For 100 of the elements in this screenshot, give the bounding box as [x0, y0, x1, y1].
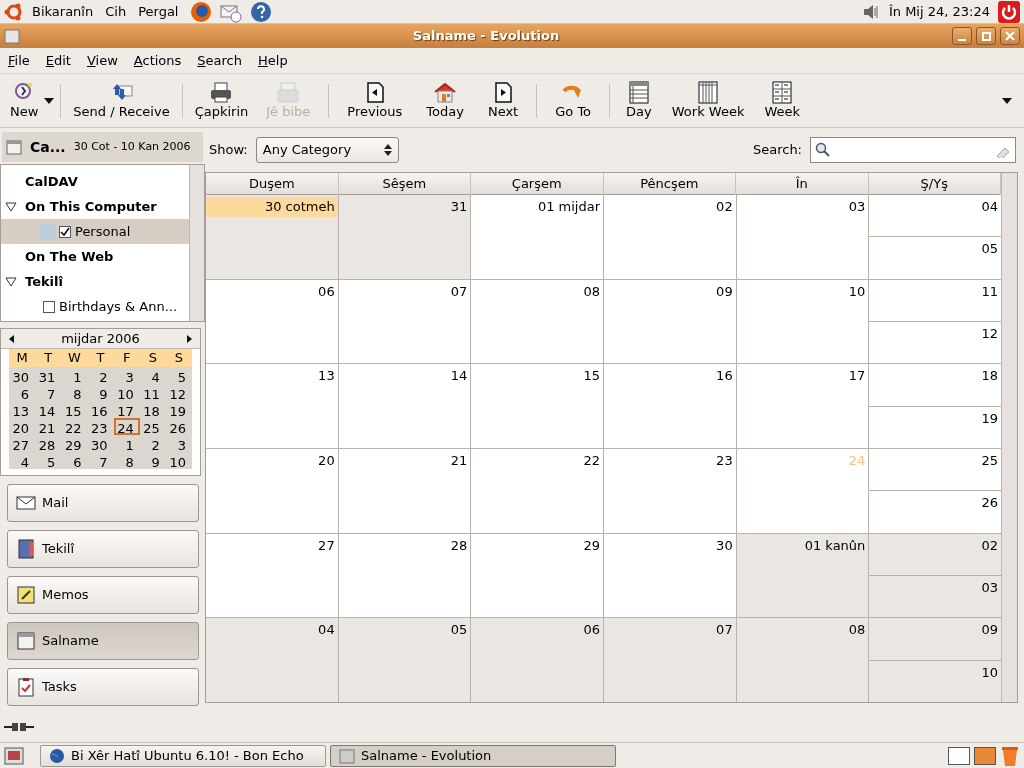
day-cell[interactable]: 9 — [139, 452, 166, 469]
day-cell[interactable]: 24 — [113, 418, 140, 435]
category-dropdown[interactable]: Any Category — [255, 137, 399, 163]
day-cell[interactable]: 30 cotmeh — [206, 195, 338, 279]
day-cell[interactable]: 30 — [9, 367, 36, 384]
day-cell[interactable]: 21 — [338, 449, 471, 533]
day-cell[interactable]: 12 — [165, 384, 192, 401]
search-field[interactable] — [810, 137, 1016, 163]
day-cell[interactable]: 15 — [61, 401, 88, 418]
source-row[interactable]: Personal — [1, 219, 189, 244]
toolbar-button[interactable]: Next — [475, 79, 531, 122]
maximize-button[interactable] — [976, 27, 996, 45]
day-cell[interactable]: 09 — [869, 618, 1001, 660]
day-cell[interactable]: 23 — [604, 449, 736, 533]
day-cell[interactable]: 11 — [869, 279, 1001, 321]
toolbar-button[interactable]: Work Week — [661, 79, 755, 122]
day-cell[interactable]: 29 — [471, 533, 603, 618]
source-row[interactable]: Birthdays & Ann... — [1, 294, 189, 319]
day-cell[interactable]: 26 — [869, 491, 1001, 533]
switcher-button[interactable]: Mail — [7, 484, 199, 522]
day-cell[interactable]: 06 — [206, 279, 338, 364]
day-cell[interactable]: 28 — [338, 533, 471, 618]
day-cell[interactable]: 31 — [35, 367, 62, 384]
day-cell[interactable]: 17 — [113, 401, 140, 418]
day-cell[interactable]: 19 — [165, 401, 192, 418]
source-group[interactable]: CalDAV — [25, 171, 78, 192]
day-cell[interactable]: 15 — [471, 364, 603, 448]
next-month-icon[interactable] — [187, 334, 192, 343]
day-cell[interactable]: 02 — [869, 533, 1001, 575]
toolbar-button[interactable]: New — [4, 79, 45, 122]
toolbar-button[interactable]: Week — [754, 79, 811, 122]
day-cell[interactable]: 5 — [35, 452, 62, 469]
day-cell[interactable]: 29 — [61, 435, 88, 452]
scrollbar[interactable] — [189, 165, 204, 321]
toolbar-button[interactable]: Previous — [335, 79, 415, 122]
day-cell[interactable]: 13 — [206, 364, 338, 448]
day-cell[interactable]: 30 — [87, 435, 114, 452]
panel-menu[interactable]: Cih — [105, 1, 127, 22]
day-cell[interactable]: 4 — [139, 367, 166, 384]
checkbox[interactable] — [43, 300, 55, 313]
day-cell[interactable]: 18 — [869, 364, 1001, 406]
previous-month-icon[interactable] — [9, 334, 14, 343]
taskbar-button[interactable]: Salname - Evolution — [330, 744, 616, 767]
ubuntu-logo-icon[interactable] — [4, 1, 24, 22]
help-icon[interactable] — [250, 0, 273, 23]
day-cell[interactable]: 05 — [869, 237, 1001, 279]
day-cell[interactable]: 21 — [35, 418, 62, 435]
day-cell[interactable]: 8 — [61, 384, 88, 401]
clock[interactable]: În Mij 24, 23:24 — [888, 1, 990, 22]
overflow-arrow-icon[interactable] — [1002, 97, 1012, 104]
day-cell[interactable]: 16 — [604, 364, 736, 448]
toolbar-button[interactable]: Send / Receive — [67, 79, 176, 122]
day-cell[interactable]: 10 — [113, 384, 140, 401]
toolbar-button[interactable]: Çapkirin — [188, 79, 255, 122]
day-cell[interactable]: 07 — [604, 618, 736, 702]
workspace[interactable] — [974, 746, 996, 765]
day-cell[interactable]: 20 — [206, 449, 338, 533]
day-cell[interactable]: 14 — [35, 401, 62, 418]
toolbar-button[interactable]: Go To — [543, 79, 604, 122]
day-cell[interactable]: 10 — [869, 660, 1001, 702]
day-cell[interactable]: 16 — [87, 401, 114, 418]
day-cell[interactable]: 9 — [87, 384, 114, 401]
source-group[interactable]: Tekilî — [25, 271, 63, 292]
day-cell[interactable]: 22 — [61, 418, 88, 435]
day-cell[interactable]: 07 — [338, 279, 471, 364]
minimize-button[interactable] — [952, 27, 972, 45]
day-cell[interactable]: 25 — [869, 449, 1001, 491]
trash-icon[interactable] — [1000, 744, 1020, 767]
day-cell[interactable]: 8 — [113, 452, 140, 469]
expanded-icon[interactable] — [5, 201, 17, 212]
day-cell[interactable]: 11 — [139, 384, 166, 401]
menu-item[interactable]: View — [86, 50, 118, 71]
day-cell[interactable]: 23 — [87, 418, 114, 435]
menu-item[interactable]: Edit — [45, 50, 71, 71]
menu-item[interactable]: Help — [258, 50, 288, 71]
day-cell[interactable]: 14 — [338, 364, 471, 448]
day-cell[interactable]: 02 — [604, 195, 736, 279]
menu-item[interactable]: Search — [197, 50, 242, 71]
day-cell[interactable]: 1 — [113, 435, 140, 452]
switcher-button[interactable]: Salname — [7, 622, 199, 660]
day-cell[interactable]: 20 — [9, 418, 36, 435]
day-cell[interactable]: 04 — [869, 195, 1001, 237]
source-group[interactable]: On The Web — [25, 246, 114, 267]
day-cell[interactable]: 08 — [736, 618, 869, 702]
panel-menu[interactable]: Bikaranîn — [32, 1, 94, 22]
day-cell[interactable]: 22 — [471, 449, 603, 533]
day-cell[interactable]: 03 — [736, 195, 869, 279]
day-cell[interactable]: 31 — [338, 195, 471, 279]
globe-icon[interactable] — [190, 0, 213, 23]
switcher-button[interactable]: Tasks — [7, 668, 199, 706]
day-cell[interactable]: 25 — [139, 418, 166, 435]
volume-icon[interactable] — [862, 3, 881, 20]
day-cell[interactable]: 7 — [87, 452, 114, 469]
power-icon[interactable] — [998, 0, 1020, 23]
day-cell[interactable]: 12 — [869, 322, 1001, 364]
day-cell[interactable]: 27 — [9, 435, 36, 452]
toolbar-button[interactable]: Day — [616, 79, 662, 122]
switcher-button[interactable]: Tekilî — [7, 530, 199, 568]
menu-item[interactable]: File — [8, 50, 30, 71]
day-cell[interactable]: 01 kanûn — [736, 533, 869, 618]
